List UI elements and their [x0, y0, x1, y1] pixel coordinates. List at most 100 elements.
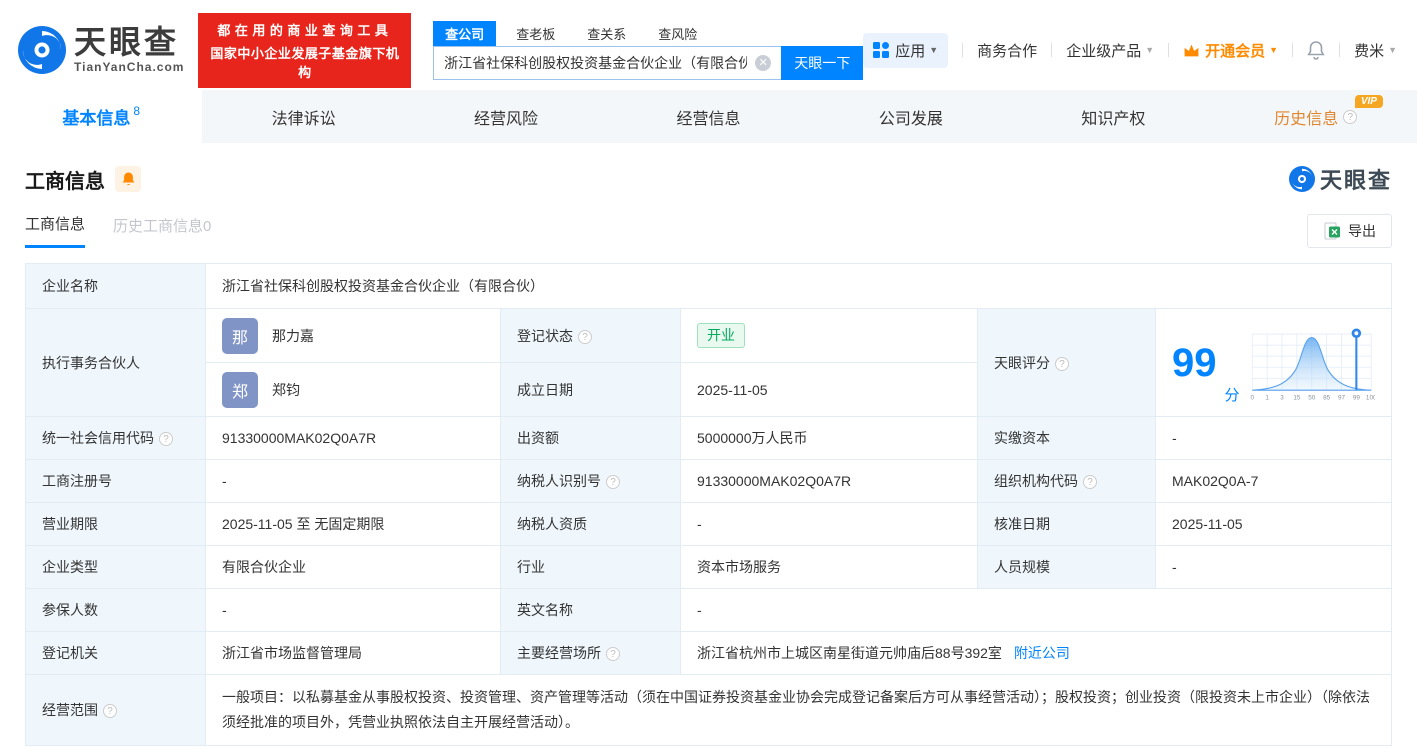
nav-enterprise-products[interactable]: 企业级产品 ▼ — [1066, 40, 1154, 61]
table-row: 登记机关 浙江省市场监督管理局 主要经营场所? 浙江省杭州市上城区南星街道元帅庙… — [25, 631, 1392, 675]
field-label: 执行事务合伙人 — [25, 308, 206, 417]
tab-basic-info[interactable]: 基本信息 8 — [0, 90, 203, 143]
partner-link[interactable]: 郑 郑钧 — [222, 371, 484, 408]
excel-icon — [1324, 222, 1340, 239]
nav-enterprise-label: 企业级产品 — [1066, 42, 1142, 60]
table-row: 营业期限 2025-11-05 至 无固定期限 纳税人资质 - 核准日期 202… — [25, 502, 1392, 546]
help-icon[interactable]: ? — [606, 475, 620, 490]
tianyancha-logo[interactable]: 天眼查 TianYanCha.com — [18, 26, 184, 74]
svg-text:99: 99 — [1352, 394, 1360, 401]
table-row: 工商注册号 - 纳税人识别号? 91330000MAK02Q0A7R 组织机构代… — [25, 459, 1392, 503]
search-tab-risk[interactable]: 查风险 — [646, 21, 709, 46]
taxpayer-quality-value: - — [680, 502, 978, 546]
avatar: 郑 — [222, 371, 258, 408]
nav-username[interactable]: 费米 ▼ — [1354, 40, 1397, 61]
field-label: 参保人数 — [25, 588, 206, 632]
table-row: 经营范围? 一般项目：以私募基金从事股权投资、投资管理、资产管理等活动（须在中国… — [25, 673, 1392, 747]
business-term-value: 2025-11-05 至 无固定期限 — [205, 502, 501, 546]
nav-cooperation[interactable]: 商务合作 — [977, 40, 1037, 61]
divider — [1292, 43, 1294, 57]
tab-operation-info[interactable]: 经营信息 — [607, 90, 809, 143]
score-value: 99 — [1172, 340, 1217, 385]
field-label: 核准日期 — [977, 502, 1156, 546]
promo-banner: 都在用的商业查询工具 国家中小企业发展子基金旗下机构 — [198, 12, 412, 88]
bell-icon — [122, 172, 134, 186]
taxpayer-id-value: 91330000MAK02Q0A7R — [680, 459, 978, 503]
nav-cooperation-label: 商务合作 — [977, 42, 1038, 60]
notification-bell-icon[interactable] — [1307, 40, 1325, 60]
apps-grid-icon — [873, 42, 890, 58]
org-code-value: MAK02Q0A-7 — [1155, 459, 1392, 503]
section-title: 工商信息 — [25, 170, 105, 193]
help-icon[interactable]: ? — [606, 647, 620, 662]
nav-open-vip[interactable]: 开通会员 ▼ — [1183, 40, 1278, 61]
staff-size-value: - — [1155, 545, 1392, 589]
search-input[interactable] — [433, 46, 782, 80]
vip-badge: VIP — [1354, 95, 1383, 108]
tab-intellectual-property[interactable]: 知识产权 — [1012, 90, 1214, 143]
search-tab-boss[interactable]: 查老板 — [504, 21, 567, 46]
field-label: 人员规模 — [977, 545, 1156, 589]
tab-basic-info-label: 基本信息 — [62, 109, 131, 128]
subtab-business-info[interactable]: 工商信息 — [25, 213, 86, 248]
field-label: 工商注册号 — [25, 459, 206, 503]
field-label: 纳税人资质 — [500, 502, 681, 546]
table-row: 统一社会信用代码? 91330000MAK02Q0A7R 出资额 5000000… — [25, 416, 1392, 460]
partner-cell: 郑 郑钧 — [205, 362, 501, 417]
partner-cell: 那 那力嘉 — [205, 308, 501, 363]
nav-apps[interactable]: 应用 ▼ — [863, 32, 949, 68]
score-axis-ticks: 0 1 3 15 50 85 97 99 100 — [1250, 394, 1375, 401]
svg-text:85: 85 — [1323, 394, 1331, 401]
search-row: ✕ 天眼一下 — [433, 46, 864, 80]
help-icon[interactable]: ? — [1343, 109, 1358, 124]
company-section-tabs: 基本信息 8 法律诉讼 经营风险 经营信息 公司发展 知识产权 VIP 历史信息… — [0, 90, 1417, 143]
svg-text:97: 97 — [1337, 394, 1345, 401]
field-label: 出资额 — [500, 416, 681, 460]
chevron-down-icon: ▼ — [1145, 45, 1155, 55]
tab-basic-info-count: 8 — [133, 103, 141, 118]
partner-link[interactable]: 那 那力嘉 — [222, 317, 484, 354]
chevron-down-icon: ▼ — [929, 45, 939, 55]
help-icon[interactable]: ? — [103, 704, 117, 719]
export-button[interactable]: 导出 — [1307, 213, 1392, 248]
nearby-companies-link[interactable]: 附近公司 — [1014, 645, 1070, 661]
company-type-value: 有限合伙企业 — [205, 545, 501, 589]
field-label: 企业名称 — [25, 263, 206, 309]
svg-text:1: 1 — [1265, 394, 1269, 401]
industry-value: 资本市场服务 — [680, 545, 978, 589]
svg-text:15: 15 — [1293, 394, 1301, 401]
field-label: 纳税人识别号? — [500, 459, 681, 503]
chevron-down-icon: ▼ — [1388, 45, 1397, 55]
field-label: 天眼评分? — [977, 308, 1156, 417]
field-label: 登记机关 — [25, 631, 206, 675]
subscribe-bell-button[interactable] — [115, 166, 141, 192]
crown-icon — [1184, 44, 1199, 56]
top-nav: 应用 ▼ 商务合作 企业级产品 ▼ 开通会员 ▼ 费米 ▼ — [863, 32, 1397, 68]
help-icon[interactable]: ? — [1083, 475, 1097, 490]
header: 天眼查 TianYanCha.com 都在用的商业查询工具 国家中小企业发展子基… — [0, 0, 1417, 90]
search-tab-company[interactable]: 查公司 — [433, 21, 497, 46]
contribution-value: 5000000万人民币 — [680, 416, 978, 460]
status-badge: 开业 — [697, 323, 745, 348]
help-icon[interactable]: ? — [159, 432, 173, 447]
section-header: 工商信息 天眼查 — [25, 163, 1392, 195]
tab-legal-litigation[interactable]: 法律诉讼 — [202, 90, 404, 143]
field-label: 企业类型 — [25, 545, 206, 589]
help-icon[interactable]: ? — [1055, 356, 1069, 371]
tab-history-info[interactable]: VIP 历史信息 ? — [1215, 90, 1417, 143]
avatar: 那 — [222, 317, 258, 354]
svg-text:0: 0 — [1250, 394, 1254, 401]
tab-company-development[interactable]: 公司发展 — [810, 90, 1012, 143]
subtab-history-business-info[interactable]: 历史工商信息0 — [113, 215, 211, 247]
help-icon[interactable]: ? — [578, 329, 592, 344]
field-label: 组织机构代码? — [977, 459, 1156, 503]
score-unit: 分 — [1224, 386, 1240, 404]
paid-capital-value: - — [1155, 416, 1392, 460]
search-tab-relation[interactable]: 查关系 — [575, 21, 638, 46]
table-row: 执行事务合伙人 那 那力嘉 登记状态? 开业 天眼评分? 99 分 0 1 3 … — [25, 308, 1392, 417]
tianyancha-logo-icon — [18, 26, 66, 74]
promo-banner-line2: 国家中小企业发展子基金旗下机构 — [210, 45, 400, 80]
tab-operation-risk[interactable]: 经营风险 — [405, 90, 607, 143]
svg-text:3: 3 — [1280, 394, 1284, 401]
search-button[interactable]: 天眼一下 — [781, 46, 864, 80]
